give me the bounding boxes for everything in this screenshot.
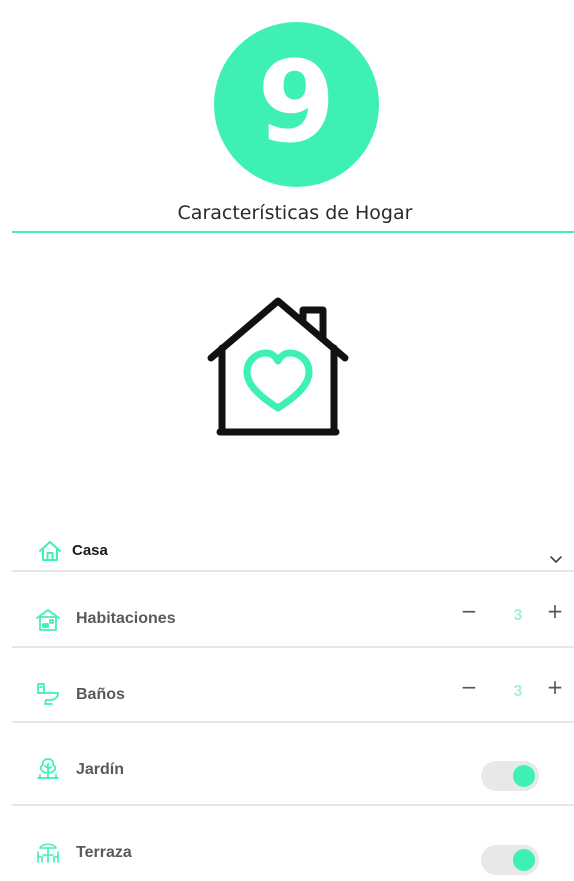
- toggle-knob: [513, 765, 535, 787]
- umbrella-table-icon: [37, 843, 59, 863]
- chevron-down-icon[interactable]: [549, 553, 563, 567]
- terrace-label: Terraza: [76, 844, 132, 861]
- page-title: Características de Hogar: [177, 202, 413, 224]
- property-type-select[interactable]: Casa: [12, 532, 574, 570]
- tree-icon: [37, 758, 59, 779]
- row-divider: [12, 646, 574, 648]
- terrace-row: Terraza: [12, 830, 574, 880]
- garden-row: Jardín: [12, 747, 574, 797]
- house-outline-icon: [39, 541, 61, 561]
- bathrooms-row: Baños − 3 +: [12, 672, 574, 716]
- toggle-knob: [513, 849, 535, 871]
- property-type-value: Casa: [72, 542, 108, 559]
- title-divider: [12, 231, 574, 233]
- bathrooms-label: Baños: [76, 686, 125, 703]
- rooms-row: Habitaciones − 3 +: [12, 596, 574, 640]
- garden-label: Jardín: [76, 761, 125, 778]
- bathrooms-increment-button[interactable]: +: [544, 676, 566, 698]
- room-icon: [36, 609, 60, 631]
- row-divider: [12, 570, 574, 572]
- step-indicator: 9: [214, 22, 379, 187]
- bathrooms-decrement-button[interactable]: −: [458, 676, 480, 698]
- rooms-count: 3: [513, 607, 523, 624]
- step-number: 9: [257, 37, 336, 168]
- row-divider: [12, 721, 574, 723]
- bathrooms-count: 3: [513, 683, 523, 700]
- row-divider: [12, 804, 574, 806]
- terrace-toggle[interactable]: [481, 845, 539, 875]
- rooms-decrement-button[interactable]: −: [458, 600, 480, 622]
- garden-toggle[interactable]: [481, 761, 539, 791]
- house-heart-icon: [207, 297, 349, 436]
- rooms-increment-button[interactable]: +: [544, 600, 566, 622]
- toilet-icon: [37, 683, 59, 705]
- rooms-label: Habitaciones: [76, 610, 176, 627]
